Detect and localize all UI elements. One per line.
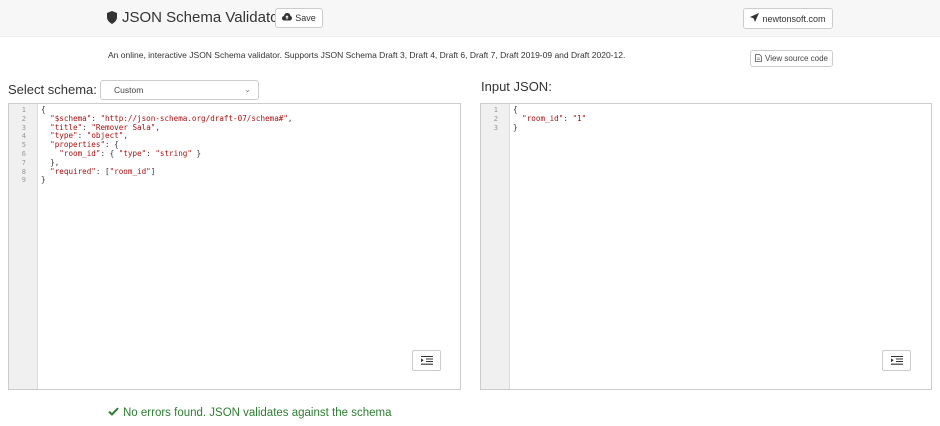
check-icon	[108, 407, 119, 419]
json-punctuation: ,	[155, 122, 160, 132]
json-string: "room_id"	[109, 166, 151, 176]
json-punctuation: {	[513, 105, 518, 114]
code-line: "required": ["room_id"]	[41, 166, 293, 177]
json-string: "http://json-schema.org/draft-07/schema#…	[100, 113, 288, 123]
json-punctuation	[41, 114, 50, 123]
json-key: "required"	[50, 166, 96, 176]
validation-message: No errors found. JSON validates against …	[123, 407, 392, 419]
json-punctuation: :	[146, 148, 156, 158]
json-punctuation: }	[41, 175, 46, 185]
line-number: 2	[493, 114, 498, 123]
json-key: "title"	[50, 122, 83, 132]
indent-icon	[890, 352, 903, 370]
schema-select-value: Custom	[114, 85, 144, 95]
json-string: "Remover Sala"	[91, 122, 156, 132]
json-punctuation	[41, 131, 50, 140]
view-source-button[interactable]: View source code	[750, 50, 833, 67]
top-bar: JSON Schema Validator Save newtonsoft.co…	[0, 0, 940, 37]
json-key: "$schema"	[50, 113, 92, 123]
input-json-editor[interactable]: 123 { "room_id": "1"}	[480, 103, 932, 390]
json-punctuation	[513, 114, 522, 123]
code-line: }	[41, 175, 293, 185]
app-title: JSON Schema Validator	[122, 9, 284, 26]
line-number: 9	[21, 176, 26, 185]
line-number-gutter: 123456789	[9, 104, 38, 389]
json-punctuation: }	[191, 148, 202, 158]
json-string: "string"	[155, 148, 192, 158]
json-punctuation: : {	[100, 148, 119, 158]
newtonsoft-label: newtonsoft.com	[762, 13, 826, 24]
line-number: 5	[21, 141, 26, 150]
line-number: 6	[21, 149, 26, 158]
json-punctuation	[41, 123, 50, 132]
line-number: 3	[493, 123, 498, 132]
line-number: 4	[21, 132, 26, 141]
file-icon	[755, 53, 762, 64]
json-key: "room_id"	[59, 148, 101, 158]
json-key: "type"	[50, 131, 78, 141]
code-line: "room_id": "1"	[513, 113, 587, 124]
json-punctuation: :	[77, 131, 87, 141]
line-number: 7	[21, 158, 26, 167]
shield-icon	[107, 11, 117, 24]
code-line: "room_id": { "type": "string" }	[41, 148, 293, 159]
json-punctuation: : [	[95, 166, 110, 176]
format-input-button[interactable]	[882, 350, 911, 371]
json-key: "type"	[118, 148, 147, 158]
schema-code-area[interactable]: { "$schema": "http://json-schema.org/dra…	[41, 105, 293, 185]
json-punctuation: }	[513, 122, 518, 132]
line-number: 1	[21, 106, 26, 114]
json-punctuation: ]	[150, 166, 156, 176]
json-punctuation: :	[82, 122, 92, 132]
select-schema-label: Select schema:	[8, 82, 97, 97]
json-punctuation	[41, 167, 50, 176]
description-text: An online, interactive JSON Schema valid…	[108, 50, 626, 60]
line-number: 3	[21, 123, 26, 132]
save-label: Save	[295, 13, 316, 23]
send-icon	[750, 13, 760, 24]
json-key: "room_id"	[522, 113, 564, 123]
app-brand[interactable]: JSON Schema Validator	[107, 9, 283, 26]
schema-select[interactable]: Custom ⌄	[100, 80, 259, 100]
json-punctuation: : {	[105, 140, 119, 150]
format-schema-button[interactable]	[412, 350, 441, 371]
input-json-label: Input JSON:	[481, 79, 552, 94]
json-punctuation: ,	[287, 113, 293, 123]
cloud-upload-icon	[282, 13, 293, 23]
line-number: 8	[21, 167, 26, 176]
indent-icon	[420, 352, 433, 370]
json-punctuation	[41, 140, 50, 149]
schema-editor[interactable]: 123456789 { "$schema": "http://json-sche…	[8, 103, 461, 390]
line-number: 2	[21, 114, 26, 123]
json-punctuation	[41, 149, 59, 158]
newtonsoft-link[interactable]: newtonsoft.com	[743, 8, 833, 29]
json-key: "properties"	[50, 140, 106, 150]
json-punctuation: {	[41, 105, 46, 114]
json-punctuation: },	[41, 157, 60, 167]
save-button[interactable]: Save	[275, 8, 323, 28]
chevron-down-icon: ⌄	[244, 85, 251, 94]
json-string: "object"	[86, 131, 124, 141]
view-source-label: View source code	[765, 54, 828, 63]
line-number-gutter: 123	[481, 104, 510, 389]
json-punctuation: ,	[123, 131, 128, 141]
line-number: 1	[493, 106, 498, 114]
json-string: "1"	[572, 113, 587, 123]
code-line: }	[513, 122, 586, 133]
validation-status: No errors found. JSON validates against …	[108, 407, 391, 419]
input-code-area[interactable]: { "room_id": "1"}	[513, 105, 587, 133]
